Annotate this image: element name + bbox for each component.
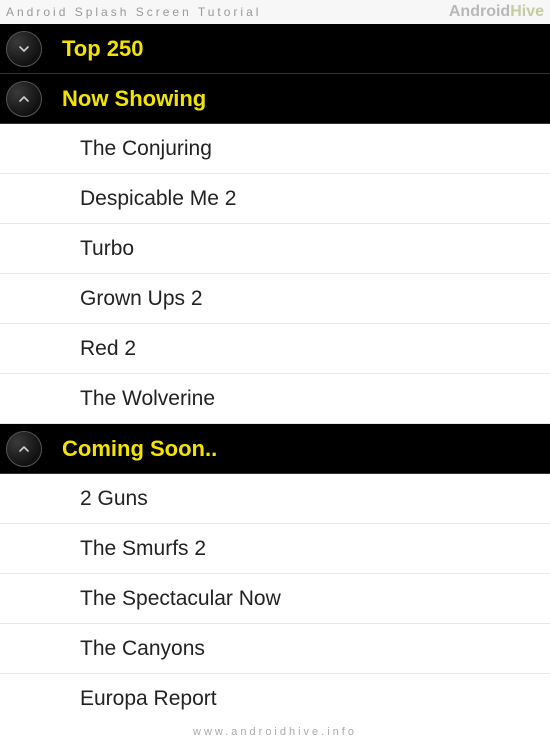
list-item[interactable]: The Smurfs 2 xyxy=(0,524,550,574)
group-header-comingsoon[interactable]: Coming Soon.. xyxy=(0,424,550,474)
group-header-top250[interactable]: Top 250 xyxy=(0,24,550,74)
brand-prefix: Android xyxy=(449,3,510,20)
list-item[interactable]: The Wolverine xyxy=(0,374,550,424)
group-title: Now Showing xyxy=(62,86,206,112)
group-title: Coming Soon.. xyxy=(62,436,217,462)
list-item[interactable]: Europa Report xyxy=(0,674,550,724)
screen: Android Splash Screen Tutorial AndroidHi… xyxy=(0,0,550,743)
list-item[interactable]: The Conjuring xyxy=(0,124,550,174)
footer-url: www.androidhive.info xyxy=(0,721,550,743)
list-nowshowing: The Conjuring Despicable Me 2 Turbo Grow… xyxy=(0,124,550,424)
chevron-up-icon xyxy=(6,431,42,467)
list-item[interactable]: The Canyons xyxy=(0,624,550,674)
list-item[interactable]: Turbo xyxy=(0,224,550,274)
page-title: Android Splash Screen Tutorial xyxy=(6,5,261,19)
chevron-up-icon xyxy=(6,81,42,117)
list-item[interactable]: Red 2 xyxy=(0,324,550,374)
list-item[interactable]: Grown Ups 2 xyxy=(0,274,550,324)
list-item[interactable]: Despicable Me 2 xyxy=(0,174,550,224)
list-item[interactable]: The Spectacular Now xyxy=(0,574,550,624)
list-item[interactable]: 2 Guns xyxy=(0,474,550,524)
brand: AndroidHive xyxy=(449,3,544,21)
chevron-down-icon xyxy=(6,31,42,67)
group-header-nowshowing[interactable]: Now Showing xyxy=(0,74,550,124)
list-comingsoon: 2 Guns The Smurfs 2 The Spectacular Now … xyxy=(0,474,550,724)
brand-suffix: Hive xyxy=(510,3,544,20)
group-title: Top 250 xyxy=(62,36,144,62)
top-bar: Android Splash Screen Tutorial AndroidHi… xyxy=(0,0,550,24)
